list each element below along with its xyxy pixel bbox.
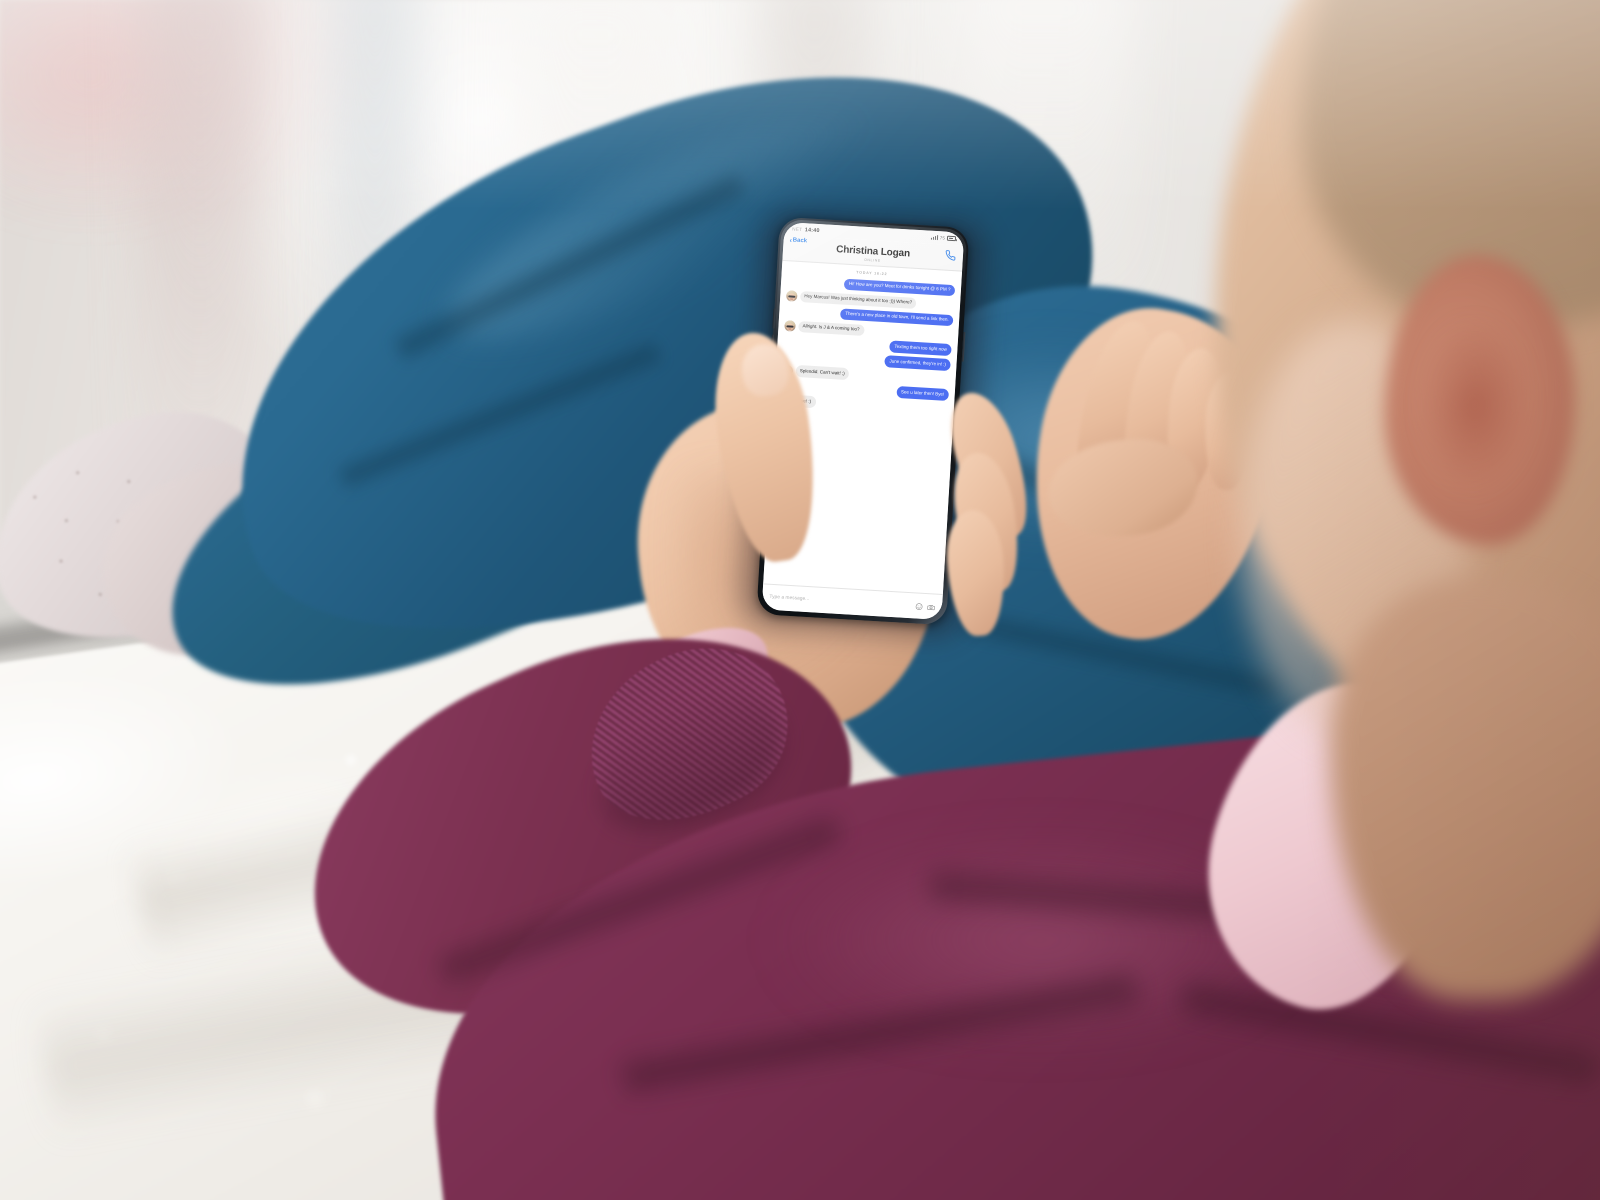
battery-percent-label: 75: [939, 235, 946, 241]
signal-bars-icon: [931, 235, 938, 241]
photo-scene: NET 14:40 75 ‹ Back Christina Logan ONLI…: [0, 0, 1600, 1200]
message-bubble[interactable]: See u later then! Bye!: [896, 386, 950, 402]
battery-fill: [948, 237, 954, 240]
message-bubble[interactable]: June confirmed, they're in! :): [884, 355, 951, 372]
status-bar-right: 75: [931, 235, 957, 241]
back-button-label: Back: [792, 237, 808, 245]
emoji-button[interactable]: [915, 602, 923, 610]
phone-handset-icon: [945, 250, 956, 261]
ear-inner: [1420, 320, 1530, 490]
avatar: [785, 290, 798, 303]
camera-button[interactable]: [927, 603, 935, 611]
message-bubble[interactable]: Texting them too right now: [889, 340, 952, 357]
status-bar-left: NET 14:40: [792, 226, 820, 234]
carrier-label: NET: [792, 226, 803, 233]
emoji-smiley-icon: [915, 602, 923, 610]
battery-icon: [946, 235, 957, 241]
camera-icon: [927, 604, 935, 610]
composer-icons: [915, 602, 935, 611]
message-input[interactable]: Type a message...: [769, 595, 911, 608]
message-bubble[interactable]: Allright. Is J & A coming too?: [797, 320, 865, 337]
message-bubble[interactable]: Splendid. Can't wait! ;): [794, 365, 850, 381]
avatar: [784, 320, 796, 333]
clock-label: 14:40: [804, 226, 820, 234]
call-button[interactable]: [945, 250, 957, 262]
back-button[interactable]: ‹ Back: [789, 237, 807, 245]
